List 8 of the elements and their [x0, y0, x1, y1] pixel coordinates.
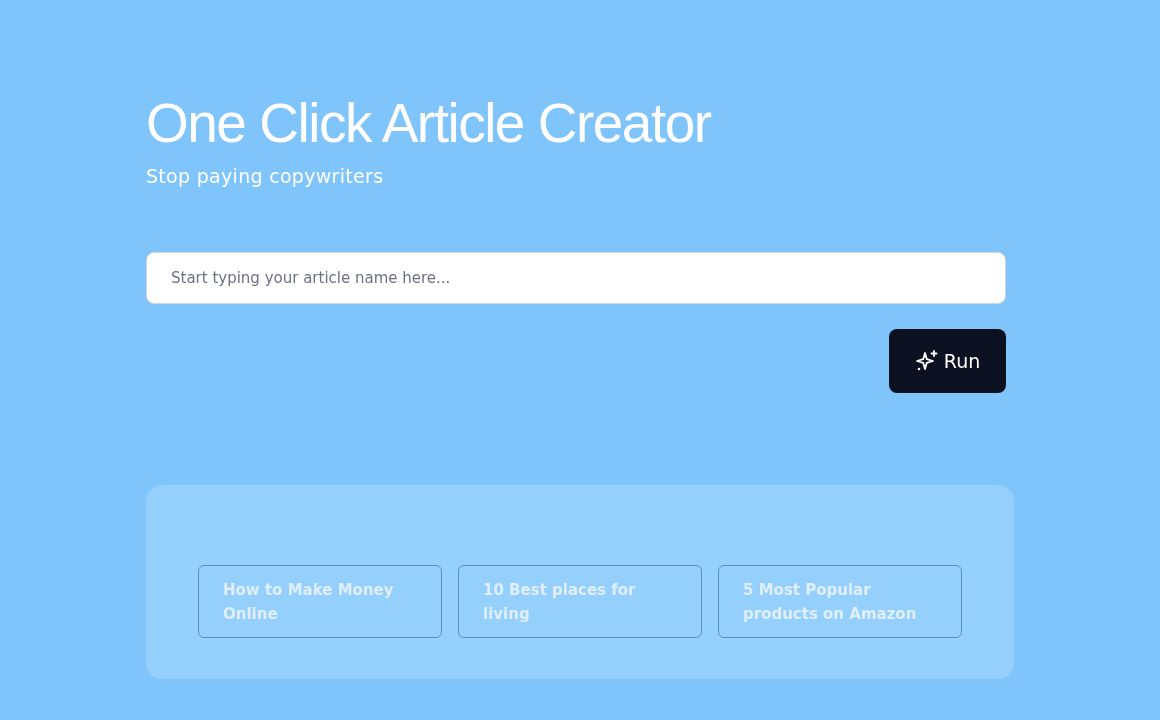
suggestion-card[interactable]: 5 Most Popular products on Amazon	[718, 565, 962, 638]
suggestion-card[interactable]: How to Make Money Online	[198, 565, 442, 638]
run-button[interactable]: Run	[889, 329, 1006, 393]
suggestion-card[interactable]: 10 Best places for living	[458, 565, 702, 638]
article-name-field[interactable]: Start typing your article name here...	[146, 252, 1006, 304]
sparkles-icon	[914, 349, 939, 373]
page-title: One Click Article Creator	[146, 91, 711, 156]
page-subtitle: Stop paying copywriters	[146, 164, 384, 189]
